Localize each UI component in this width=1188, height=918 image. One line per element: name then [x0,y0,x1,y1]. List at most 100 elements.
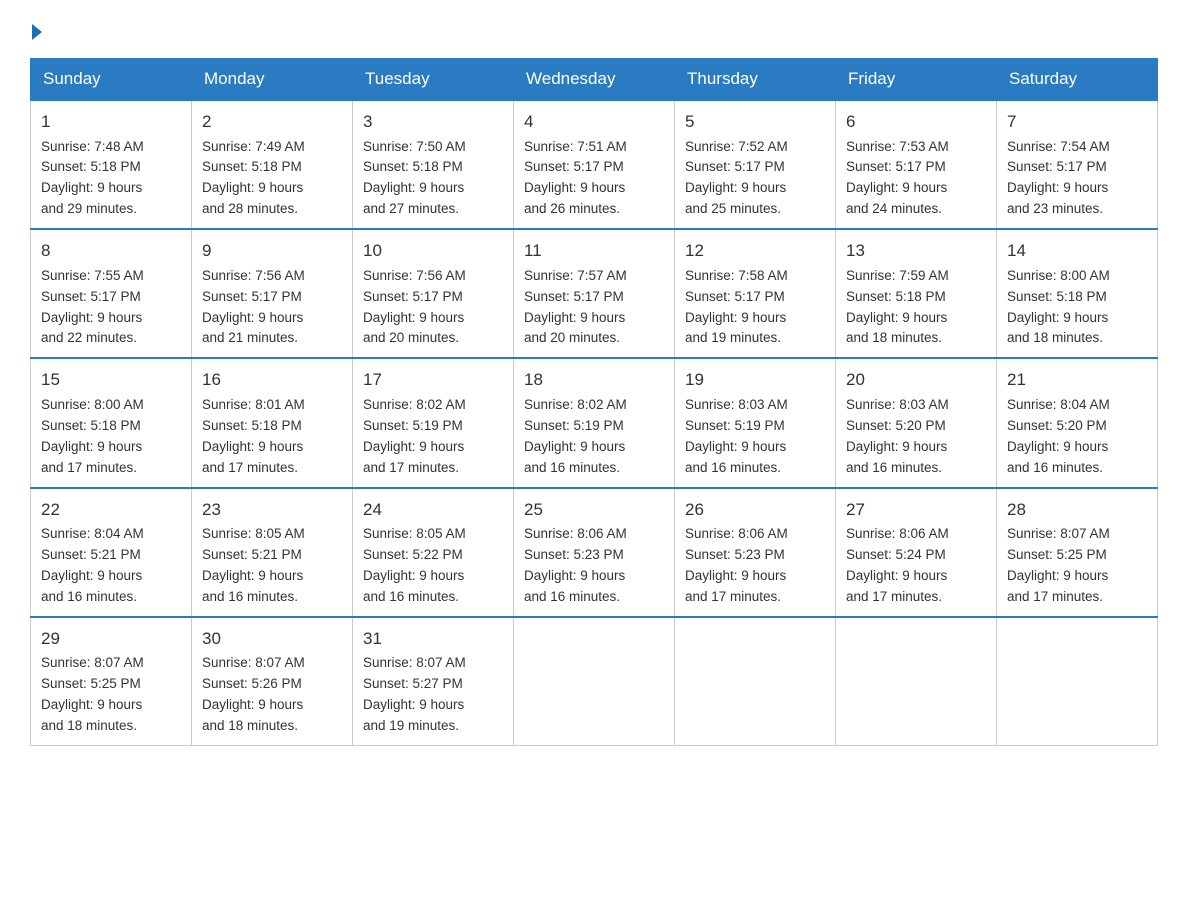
day-info: Sunrise: 8:01 AM Sunset: 5:18 PM Dayligh… [202,395,342,479]
day-number: 18 [524,367,664,393]
calendar-cell: 13 Sunrise: 7:59 AM Sunset: 5:18 PM Dayl… [836,229,997,358]
day-number: 27 [846,497,986,523]
weekday-header-sunday: Sunday [31,59,192,101]
day-number: 6 [846,109,986,135]
day-info: Sunrise: 8:06 AM Sunset: 5:23 PM Dayligh… [524,524,664,608]
calendar-cell: 5 Sunrise: 7:52 AM Sunset: 5:17 PM Dayli… [675,100,836,229]
day-info: Sunrise: 7:56 AM Sunset: 5:17 PM Dayligh… [363,266,503,350]
calendar-cell: 31 Sunrise: 8:07 AM Sunset: 5:27 PM Dayl… [353,617,514,746]
day-info: Sunrise: 7:55 AM Sunset: 5:17 PM Dayligh… [41,266,181,350]
day-info: Sunrise: 8:02 AM Sunset: 5:19 PM Dayligh… [524,395,664,479]
day-info: Sunrise: 8:03 AM Sunset: 5:19 PM Dayligh… [685,395,825,479]
calendar-cell: 27 Sunrise: 8:06 AM Sunset: 5:24 PM Dayl… [836,488,997,617]
calendar-cell: 8 Sunrise: 7:55 AM Sunset: 5:17 PM Dayli… [31,229,192,358]
day-number: 16 [202,367,342,393]
day-info: Sunrise: 8:07 AM Sunset: 5:25 PM Dayligh… [1007,524,1147,608]
calendar-cell: 14 Sunrise: 8:00 AM Sunset: 5:18 PM Dayl… [997,229,1158,358]
day-number: 20 [846,367,986,393]
day-number: 1 [41,109,181,135]
day-number: 7 [1007,109,1147,135]
day-info: Sunrise: 7:58 AM Sunset: 5:17 PM Dayligh… [685,266,825,350]
calendar-cell: 22 Sunrise: 8:04 AM Sunset: 5:21 PM Dayl… [31,488,192,617]
calendar-cell: 1 Sunrise: 7:48 AM Sunset: 5:18 PM Dayli… [31,100,192,229]
day-number: 2 [202,109,342,135]
weekday-header-wednesday: Wednesday [514,59,675,101]
day-info: Sunrise: 7:54 AM Sunset: 5:17 PM Dayligh… [1007,137,1147,221]
calendar-cell: 11 Sunrise: 7:57 AM Sunset: 5:17 PM Dayl… [514,229,675,358]
day-number: 29 [41,626,181,652]
calendar-cell: 19 Sunrise: 8:03 AM Sunset: 5:19 PM Dayl… [675,358,836,487]
day-number: 14 [1007,238,1147,264]
day-number: 3 [363,109,503,135]
day-info: Sunrise: 7:59 AM Sunset: 5:18 PM Dayligh… [846,266,986,350]
day-info: Sunrise: 7:52 AM Sunset: 5:17 PM Dayligh… [685,137,825,221]
day-info: Sunrise: 7:49 AM Sunset: 5:18 PM Dayligh… [202,137,342,221]
day-number: 9 [202,238,342,264]
day-number: 26 [685,497,825,523]
weekday-header-friday: Friday [836,59,997,101]
day-info: Sunrise: 8:05 AM Sunset: 5:21 PM Dayligh… [202,524,342,608]
day-number: 22 [41,497,181,523]
day-number: 31 [363,626,503,652]
calendar-cell: 3 Sunrise: 7:50 AM Sunset: 5:18 PM Dayli… [353,100,514,229]
calendar-cell: 6 Sunrise: 7:53 AM Sunset: 5:17 PM Dayli… [836,100,997,229]
day-info: Sunrise: 8:00 AM Sunset: 5:18 PM Dayligh… [41,395,181,479]
week-row-3: 15 Sunrise: 8:00 AM Sunset: 5:18 PM Dayl… [31,358,1158,487]
day-number: 21 [1007,367,1147,393]
calendar-cell: 20 Sunrise: 8:03 AM Sunset: 5:20 PM Dayl… [836,358,997,487]
week-row-2: 8 Sunrise: 7:55 AM Sunset: 5:17 PM Dayli… [31,229,1158,358]
day-number: 13 [846,238,986,264]
logo-arrow-icon [32,24,42,40]
day-info: Sunrise: 8:06 AM Sunset: 5:23 PM Dayligh… [685,524,825,608]
calendar-cell: 26 Sunrise: 8:06 AM Sunset: 5:23 PM Dayl… [675,488,836,617]
day-number: 4 [524,109,664,135]
day-info: Sunrise: 7:56 AM Sunset: 5:17 PM Dayligh… [202,266,342,350]
calendar-cell: 12 Sunrise: 7:58 AM Sunset: 5:17 PM Dayl… [675,229,836,358]
day-number: 12 [685,238,825,264]
calendar-cell [675,617,836,746]
calendar-cell: 2 Sunrise: 7:49 AM Sunset: 5:18 PM Dayli… [192,100,353,229]
day-number: 28 [1007,497,1147,523]
calendar-cell: 10 Sunrise: 7:56 AM Sunset: 5:17 PM Dayl… [353,229,514,358]
day-number: 19 [685,367,825,393]
calendar-cell: 25 Sunrise: 8:06 AM Sunset: 5:23 PM Dayl… [514,488,675,617]
week-row-1: 1 Sunrise: 7:48 AM Sunset: 5:18 PM Dayli… [31,100,1158,229]
day-info: Sunrise: 8:00 AM Sunset: 5:18 PM Dayligh… [1007,266,1147,350]
calendar-cell: 24 Sunrise: 8:05 AM Sunset: 5:22 PM Dayl… [353,488,514,617]
day-info: Sunrise: 8:03 AM Sunset: 5:20 PM Dayligh… [846,395,986,479]
calendar-cell: 16 Sunrise: 8:01 AM Sunset: 5:18 PM Dayl… [192,358,353,487]
weekday-header-tuesday: Tuesday [353,59,514,101]
day-number: 25 [524,497,664,523]
weekday-header-row: SundayMondayTuesdayWednesdayThursdayFrid… [31,59,1158,101]
day-number: 24 [363,497,503,523]
logo [30,20,42,40]
calendar-cell: 15 Sunrise: 8:00 AM Sunset: 5:18 PM Dayl… [31,358,192,487]
day-number: 8 [41,238,181,264]
week-row-5: 29 Sunrise: 8:07 AM Sunset: 5:25 PM Dayl… [31,617,1158,746]
calendar-cell: 28 Sunrise: 8:07 AM Sunset: 5:25 PM Dayl… [997,488,1158,617]
calendar-cell: 4 Sunrise: 7:51 AM Sunset: 5:17 PM Dayli… [514,100,675,229]
weekday-header-monday: Monday [192,59,353,101]
day-info: Sunrise: 8:04 AM Sunset: 5:20 PM Dayligh… [1007,395,1147,479]
weekday-header-thursday: Thursday [675,59,836,101]
calendar-cell: 18 Sunrise: 8:02 AM Sunset: 5:19 PM Dayl… [514,358,675,487]
calendar-cell: 21 Sunrise: 8:04 AM Sunset: 5:20 PM Dayl… [997,358,1158,487]
calendar-cell [514,617,675,746]
day-info: Sunrise: 7:53 AM Sunset: 5:17 PM Dayligh… [846,137,986,221]
day-info: Sunrise: 8:04 AM Sunset: 5:21 PM Dayligh… [41,524,181,608]
day-number: 23 [202,497,342,523]
day-number: 11 [524,238,664,264]
day-info: Sunrise: 7:51 AM Sunset: 5:17 PM Dayligh… [524,137,664,221]
day-number: 5 [685,109,825,135]
day-info: Sunrise: 8:07 AM Sunset: 5:26 PM Dayligh… [202,653,342,737]
calendar-cell [997,617,1158,746]
page-header [30,20,1158,40]
day-number: 17 [363,367,503,393]
day-number: 15 [41,367,181,393]
week-row-4: 22 Sunrise: 8:04 AM Sunset: 5:21 PM Dayl… [31,488,1158,617]
day-info: Sunrise: 7:50 AM Sunset: 5:18 PM Dayligh… [363,137,503,221]
logo-blue-part [30,20,42,40]
day-number: 30 [202,626,342,652]
calendar-cell: 9 Sunrise: 7:56 AM Sunset: 5:17 PM Dayli… [192,229,353,358]
calendar-cell: 17 Sunrise: 8:02 AM Sunset: 5:19 PM Dayl… [353,358,514,487]
